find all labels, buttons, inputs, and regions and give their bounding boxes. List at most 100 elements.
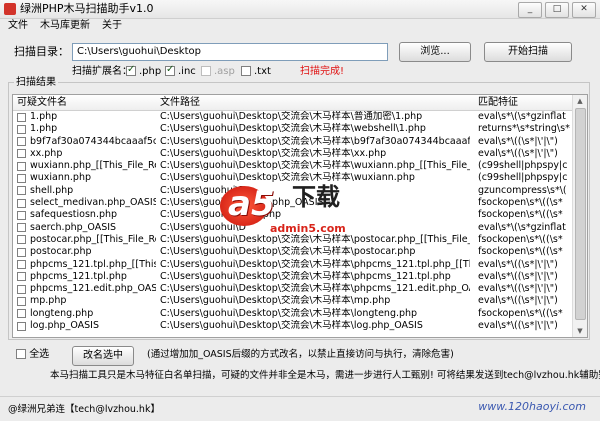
browse-button[interactable]: 浏览... — [399, 42, 471, 62]
row-checkbox[interactable] — [17, 137, 26, 147]
start-scan-button[interactable]: 开始扫描 — [484, 42, 572, 62]
row-checkbox[interactable] — [17, 223, 26, 233]
row-checkbox[interactable] — [17, 247, 26, 257]
row-checkbox[interactable] — [17, 173, 26, 183]
scan-status: 扫描完成! — [300, 66, 345, 77]
scroll-thumb[interactable] — [575, 108, 586, 320]
menu-file[interactable]: 文件 — [8, 19, 28, 33]
table-row[interactable]: mp.php C:\Users\guohui\Desktop\交流会\木马样本\m… — [13, 295, 573, 307]
row-checkbox[interactable] — [17, 124, 26, 134]
menu-update-db[interactable]: 木马库更新 — [40, 19, 90, 33]
row-signature: eval\s*\(\s*gzinflat — [478, 221, 566, 233]
scroll-down-icon[interactable]: ▼ — [573, 325, 587, 337]
col-header-path[interactable]: 文件路径 — [160, 96, 200, 109]
minimize-button[interactable]: _ — [518, 2, 542, 18]
ext-asp: .asp — [201, 66, 235, 78]
row-path: C:\Users\guohui\Desktop\交流会\木马样本\phpcms_… — [160, 283, 470, 295]
ext-inc-checkbox[interactable] — [165, 64, 175, 76]
row-signature: gzuncompress\s*\( — [478, 184, 567, 196]
row-path: C:\Users\guohui\Desktop\交流会\木马样本\xx.php — [160, 147, 387, 159]
ext-txt[interactable]: .txt — [241, 66, 271, 78]
ext-asp-checkbox — [201, 66, 211, 76]
row-checkbox[interactable] — [17, 296, 26, 306]
watermark-url: admin5.com — [270, 222, 346, 235]
table-row[interactable]: b9f7af30a074344bcaaaf5ceac9ff0... C:\User… — [13, 136, 573, 148]
row-filename: shell.php — [30, 184, 74, 196]
table-row[interactable]: 1.php C:\Users\guohui\Desktop\交流会\木马样本\普通… — [13, 111, 573, 123]
row-signature: eval\s*\((\s*|\'|\") — [478, 320, 558, 332]
row-checkbox[interactable] — [17, 198, 26, 208]
watermark-logo: a5 下载 admin5.com — [220, 180, 390, 242]
ext-label: 扫描扩展名： — [72, 66, 132, 77]
row-checkbox[interactable] — [17, 321, 26, 331]
results-group-label: 扫描结果 — [14, 77, 58, 89]
ext-php[interactable]: .php — [126, 64, 162, 78]
watermark-brand: a5 — [228, 184, 275, 224]
menu-about[interactable]: 关于 — [102, 19, 122, 33]
row-signature: eval\s*\((\s*|\'|\") — [478, 258, 558, 270]
row-path: C:\Users\guohui\Desktop\交流会\木马样本\wuxiann… — [160, 160, 470, 172]
row-filename: phpcms_121.tpl.php — [30, 270, 127, 282]
row-filename: mp.php — [30, 295, 67, 307]
table-row[interactable]: wuxiann.php_[[This_File_ReNam... C:\Users… — [13, 160, 573, 172]
row-checkbox[interactable] — [17, 149, 26, 159]
row-path: C:\Users\guohui\Desktop\交流会\木马样本\mp.php — [160, 295, 391, 307]
row-signature: eval\s*\((\s*|\'|\") — [478, 147, 558, 159]
ext-php-label: .php — [139, 66, 162, 77]
col-header-signature[interactable]: 匹配特征 — [478, 96, 518, 109]
row-signature: fsockopen\s*\((\s* — [478, 197, 563, 209]
row-signature: eval\s*\((\s*|\'|\") — [478, 295, 558, 307]
row-checkbox[interactable] — [17, 235, 26, 245]
row-signature: eval\s*\((\s*|\'|\") — [478, 270, 558, 282]
scan-dir-label: 扫描目录： — [14, 45, 69, 58]
scan-dir-input[interactable]: C:\Users\guohui\Desktop — [72, 43, 388, 61]
row-filename: postocar.php — [30, 246, 92, 258]
row-signature: (c99shell|phpspy|c — [478, 172, 568, 184]
row-signature: fsockopen\s*\((\s* — [478, 209, 563, 221]
row-filename: 1.php — [30, 123, 58, 135]
row-filename: 1.php — [30, 111, 58, 122]
row-checkbox[interactable] — [17, 284, 26, 294]
table-row[interactable]: postocar.php C:\Users\guohui\Desktop\交流会\… — [13, 246, 573, 258]
maximize-button[interactable]: □ — [545, 2, 569, 18]
row-path: C:\Users\guohui\Desktop\交流会\木马样本\webshel… — [160, 123, 426, 135]
table-row[interactable]: longteng.php C:\Users\guohui\Desktop\交流会\… — [13, 308, 573, 320]
rename-note: (通过增加加_OASIS后缀的方式改名，以禁止直接访问与执行，清除危害) — [147, 349, 454, 360]
table-row[interactable]: phpcms_121.edit.php_OASIS C:\Users\guohui… — [13, 283, 573, 295]
row-filename: log.php_OASIS — [30, 320, 100, 332]
rename-selected-button[interactable]: 改名选中 — [72, 346, 134, 366]
contact-info: @绿洲兄弟连【tech@lvzhou.hk】 — [8, 404, 160, 415]
col-header-filename[interactable]: 可疑文件名 — [17, 96, 67, 109]
row-checkbox[interactable] — [17, 272, 26, 282]
window-title: 绿洲PHP木马扫描助手v1.0 — [20, 2, 154, 15]
ext-php-checkbox[interactable] — [126, 64, 136, 76]
row-path: C:\Users\guohui\Desktop\交流会\木马样本\phpcms_… — [160, 270, 451, 282]
row-filename: xx.php — [30, 147, 63, 159]
row-path: C:\Users\guohui\Desktop\交流会\木马样本\b9f7af3… — [160, 135, 470, 147]
row-signature: fsockopen\s*\((\s* — [478, 233, 563, 245]
row-checkbox[interactable] — [17, 210, 26, 220]
scroll-up-icon[interactable]: ▲ — [573, 95, 587, 107]
row-path: C:\Users\guohui\Desktop\交流会\木马样本\postoca… — [160, 246, 416, 258]
table-row[interactable]: xx.php C:\Users\guohui\Desktop\交流会\木马样本\x… — [13, 148, 573, 160]
table-row[interactable]: 1.php C:\Users\guohui\Desktop\交流会\木马样本\we… — [13, 123, 573, 135]
select-all-checkbox[interactable] — [16, 349, 26, 359]
row-checkbox[interactable] — [17, 112, 26, 122]
table-row[interactable]: log.php_OASIS C:\Users\guohui\Desktop\交流会… — [13, 320, 573, 332]
close-button[interactable]: ✕ — [572, 2, 596, 18]
row-checkbox[interactable] — [17, 186, 26, 196]
ext-inc-label: .inc — [178, 66, 196, 77]
select-all[interactable]: 全选 — [16, 349, 49, 361]
title-bar: 绿洲PHP木马扫描助手v1.0 _ □ ✕ — [0, 0, 600, 19]
ext-txt-checkbox[interactable] — [241, 66, 251, 76]
table-row[interactable]: phpcms_121.tpl.php C:\Users\guohui\Deskto… — [13, 271, 573, 283]
results-scrollbar[interactable]: ▲ ▼ — [572, 95, 587, 337]
ext-asp-label: .asp — [214, 66, 235, 77]
row-checkbox[interactable] — [17, 161, 26, 171]
row-signature: fsockopen\s*\((\s* — [478, 307, 563, 319]
row-checkbox[interactable] — [17, 309, 26, 319]
row-filename: safequestiosn.php — [30, 209, 118, 221]
table-row[interactable]: phpcms_121.tpl.php_[[This_Fil... C:\Users… — [13, 259, 573, 271]
ext-inc[interactable]: .inc — [165, 64, 196, 78]
row-checkbox[interactable] — [17, 260, 26, 270]
